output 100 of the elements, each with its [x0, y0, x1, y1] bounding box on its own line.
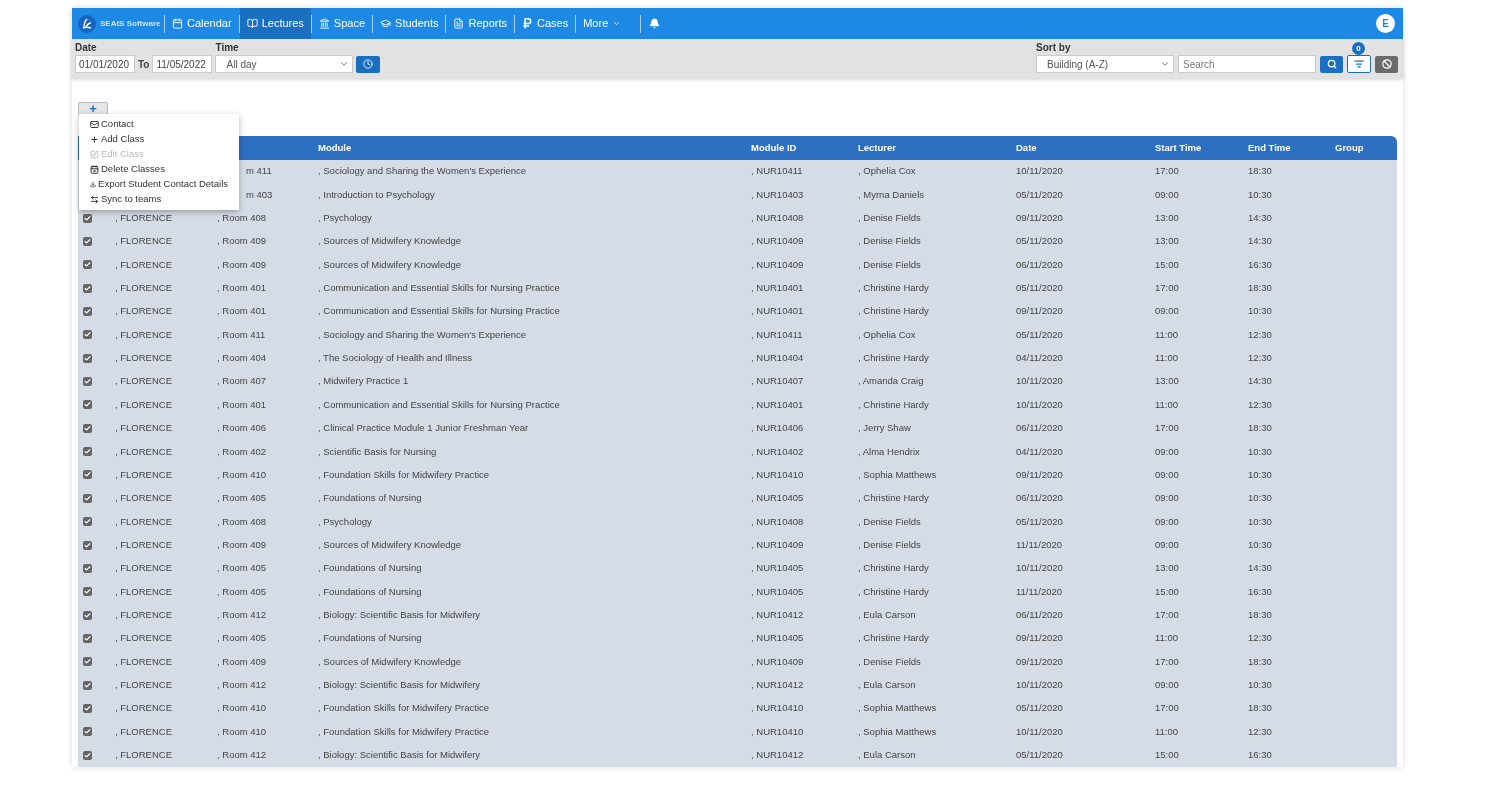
- table-row[interactable]: , FLORENCE , Room 405 , Foundations of Nursing , NUR10405 , Christine Hardy 11/11/2020 15:00 16:30: [78, 580, 1397, 604]
- ban-icon: [1381, 59, 1392, 70]
- row-checkbox[interactable]: [83, 213, 92, 223]
- table-row[interactable]: , FLORENCE , Room 408 , Psychology , NUR10408 , Denise Fields 05/11/2020 09:00 10:30: [78, 510, 1397, 534]
- table-row[interactable]: , FLORENCE , Room 402 , Scientific Basis for Nursing , NUR10402 , Alma Hendrix 04/11/2020 09:00 10:30: [78, 439, 1397, 464]
- date-to-field[interactable]: 11/05/2022: [152, 55, 213, 74]
- table-row[interactable]: , FLORENCE , Room 401 , Communication and Essential Skills for Nursing Practice , NUR10401 , Christine Hardy 05/11/2020 17:00 18:30: [78, 276, 1397, 300]
- end-time-cell: 10:30: [1248, 538, 1272, 550]
- nav-tab[interactable]: Space: [311, 8, 373, 40]
- check-icon: [84, 448, 91, 456]
- search-button[interactable]: [1320, 55, 1343, 73]
- module-cell: , Foundation Skills for Midwifery Practice: [318, 725, 490, 737]
- user-avatar[interactable]: E: [1376, 14, 1395, 34]
- row-checkbox[interactable]: [83, 353, 92, 363]
- table-row[interactable]: , FLORENCE , Room 404 , The Sociology of Health and Illness , NUR10404 , Christine Hardy 04/11/2020 11:00 12:30: [78, 346, 1397, 370]
- building-cell: , FLORENCE: [115, 211, 172, 223]
- row-checkbox[interactable]: [83, 587, 92, 597]
- nav-tab[interactable]: More: [576, 8, 629, 40]
- row-checkbox[interactable]: [83, 423, 92, 433]
- row-checkbox[interactable]: [83, 680, 92, 690]
- table-row[interactable]: , FLORENCE , Room 405 , Foundations of Nursing , NUR10405 , Christine Hardy 10/11/2020 13:00 14:30: [78, 556, 1397, 581]
- row-checkbox[interactable]: [83, 306, 92, 316]
- menu-item[interactable]: Add Class: [79, 132, 239, 147]
- row-checkbox[interactable]: [83, 727, 92, 737]
- row-checkbox[interactable]: [83, 563, 92, 573]
- table-row[interactable]: , FLORENCE , Room 401 , Communication and Essential Skills for Nursing Practice , NUR10401 , Christine Hardy 09/11/2020 09:00 10:30: [78, 299, 1397, 324]
- end-time-cell: 12:30: [1248, 725, 1272, 737]
- table-row[interactable]: , FLORENCE , Room 409 , Sources of Midwifery Knowledge , NUR10409 , Denise Fields 11/11/2020 09:00 10:30: [78, 533, 1397, 557]
- sort-dropdown[interactable]: Building (A-Z): [1036, 55, 1174, 74]
- table-row[interactable]: , FLORENCE , Room 405 , Foundations of Nursing , NUR10405 , Christine Hardy 09/11/2020 11:00 12:30: [78, 626, 1397, 651]
- check-icon: [84, 424, 91, 432]
- date-cell: 11/11/2020: [1016, 585, 1063, 597]
- table-row[interactable]: , FLORENCE , Room 412 , Biology: Scientific Basis for Midwifery , NUR10412 , Eula Carson 06/11/2020 17:00 18:30: [78, 603, 1397, 627]
- row-checkbox[interactable]: [83, 377, 92, 387]
- table-row[interactable]: , FLORENCE , Room 409 , Sources of Midwifery Knowledge , NUR10409 , Denise Fields 06/11/2020 15:00 16:30: [78, 253, 1397, 277]
- row-checkbox[interactable]: [83, 657, 92, 667]
- table-row[interactable]: , FLORENCE , Room 410 , Foundation Skills for Midwifery Practice , NUR10410 , Sophia Matthews 09/11/2020 09:00 10:30: [78, 463, 1397, 487]
- table-row[interactable]: , FLORENCE , Room 409 , Sources of Midwifery Knowledge , NUR10409 , Denise Fields 09/11/2020 17:00 18:30: [78, 650, 1397, 674]
- room-cell: , Room 402: [217, 445, 267, 457]
- row-checkbox[interactable]: [83, 330, 92, 340]
- column-header[interactable]: Module: [318, 141, 352, 153]
- date-from-field[interactable]: 01/01/2020: [75, 55, 135, 74]
- row-checkbox[interactable]: [83, 634, 92, 643]
- search-field[interactable]: Search: [1178, 55, 1316, 74]
- table-row[interactable]: , FLORENCE , Room 401 , Communication and Essential Skills for Nursing Practice , NUR10401 , Christine Hardy 10/11/2020 11:00 12:30: [78, 393, 1397, 417]
- table-row[interactable]: , FLORENCE , Room 408 , Psychology , NUR10408 , Denise Fields 09/11/2020 13:00 14:30: [78, 206, 1397, 230]
- row-checkbox[interactable]: [83, 400, 92, 410]
- row-checkbox[interactable]: [83, 540, 92, 550]
- menu-item[interactable]: Delete Classes: [79, 162, 239, 177]
- row-checkbox[interactable]: [83, 493, 92, 503]
- table-row[interactable]: , FLORENCE , Room 405 , Foundations of Nursing , NUR10405 , Christine Hardy 06/11/2020 09:00 10:30: [78, 486, 1397, 511]
- column-header[interactable]: Module ID: [751, 141, 797, 153]
- nav-tab[interactable]: Calendar: [165, 8, 239, 40]
- module-cell: , Biology: Scientific Basis for Midwifery: [318, 749, 481, 761]
- room-cell: , Room 410: [217, 725, 267, 737]
- column-header[interactable]: End Time: [1248, 141, 1291, 153]
- nav-tab[interactable]: Students: [373, 8, 446, 40]
- table-row[interactable]: , FLORENCE , Room 410 , Foundation Skills for Midwifery Practice , NUR10410 , Sophia Matthews 10/11/2020 11:00 12:30: [78, 720, 1397, 744]
- table-row[interactable]: , FLORENCE , Room 410 , Foundation Skills for Midwifery Practice , NUR10410 , Sophia Matthews 05/11/2020 17:00 18:30: [78, 696, 1397, 721]
- table-row[interactable]: , FLORENCE , Room 412 , Biology: Scientific Basis for Midwifery , NUR10412 , Eula Carson 10/11/2020 09:00 10:30: [78, 673, 1397, 697]
- filter-button[interactable]: [1347, 55, 1371, 74]
- clear-button[interactable]: [1375, 55, 1398, 73]
- nav-tab[interactable]: Cases: [515, 8, 576, 40]
- module-cell: , The Sociology of Health and Illness: [318, 352, 473, 364]
- column-header[interactable]: Lecturer: [858, 141, 896, 153]
- row-checkbox[interactable]: [83, 447, 92, 457]
- table-row[interactable]: , FLORENCE , Room 411 , Sociology and Sharing the Women's Experience , NUR10411 , Ophelia Cox 05/11/2020 11:00 12:30: [78, 323, 1397, 347]
- time-button[interactable]: [356, 55, 381, 73]
- row-checkbox[interactable]: [83, 517, 92, 527]
- date-cell: 09/11/2020: [1016, 632, 1063, 644]
- column-header[interactable]: Date: [1016, 141, 1037, 153]
- row-checkbox[interactable]: [83, 283, 92, 293]
- row-checkbox[interactable]: [83, 704, 92, 714]
- lecturer-cell: , Myrna Daniels: [858, 188, 924, 200]
- check-icon: [84, 354, 91, 362]
- row-checkbox[interactable]: [83, 470, 92, 480]
- start-time-cell: 09:00: [1155, 538, 1179, 550]
- table-row[interactable]: , FLORENCE , Room 406 , Clinical Practice Module 1 Junior Freshman Year , NUR10406 , Jerry Shaw 06/11/2020 17:00 18:30: [78, 416, 1397, 440]
- row-checkbox[interactable]: [83, 236, 92, 246]
- nav-tab[interactable]: Lectures: [239, 8, 311, 40]
- row-checkbox[interactable]: [83, 260, 92, 270]
- column-header[interactable]: Start Time: [1155, 141, 1202, 153]
- room-cell: , Room 412: [217, 679, 267, 691]
- row-checkbox[interactable]: [83, 750, 92, 760]
- to-label: To: [138, 57, 150, 72]
- menu-item[interactable]: Sync to teams: [79, 192, 239, 207]
- row-checkbox[interactable]: [83, 610, 92, 620]
- table-row[interactable]: , FLORENCE , Room 407 , Midwifery Practice 1 , NUR10407 , Amanda Craig 10/11/2020 13:00 14:30: [78, 369, 1397, 394]
- nav-tab[interactable]: Reports: [446, 8, 514, 40]
- table-row[interactable]: , FLORENCE , Room 412 , Biology: Scientific Basis for Midwifery , NUR10412 , Eula Carson 05/11/2020 15:00 16:30: [78, 743, 1397, 767]
- column-header[interactable]: Group: [1335, 141, 1364, 153]
- table-row[interactable]: , FLORENCE , Room 409 , Sources of Midwifery Knowledge , NUR10409 , Denise Fields 05/11/2020 13:00 14:30: [78, 229, 1397, 254]
- module-cell: , Sociology and Sharing the Women's Experience: [318, 165, 527, 177]
- module-id-cell: , NUR10409: [751, 258, 804, 270]
- menu-item[interactable]: Contact: [79, 117, 239, 132]
- module-id-cell: , NUR10412: [751, 609, 804, 620]
- building-cell: , FLORENCE: [115, 725, 172, 737]
- lecturer-cell: , Eula Carson: [858, 679, 916, 691]
- time-dropdown[interactable]: All day: [215, 55, 354, 74]
- lecturer-cell: , Alma Hendrix: [858, 445, 920, 457]
